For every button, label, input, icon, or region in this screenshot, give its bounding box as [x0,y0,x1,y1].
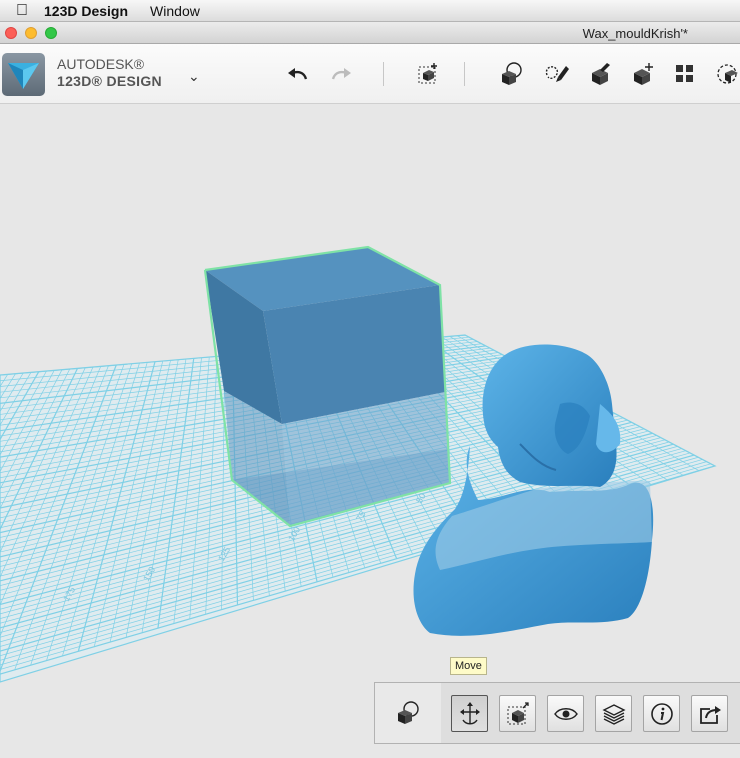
zoom-window-button[interactable] [45,27,57,39]
minimize-window-button[interactable] [25,27,37,39]
window-title-bar: Wax_mouldKrish'* [0,22,740,44]
logo-line-2: 123D® DESIGN [57,73,162,89]
smart-scale-icon[interactable] [499,695,536,732]
cube-object[interactable] [203,245,452,528]
visibility-icon[interactable] [547,695,584,732]
grouping-icon[interactable] [712,58,740,90]
sketch-icon[interactable] [540,58,572,90]
export-icon[interactable] [691,695,728,732]
close-window-button[interactable] [5,27,17,39]
primitives-icon[interactable] [496,58,528,90]
undo-icon[interactable] [282,58,314,90]
3d-viewport[interactable]: 175 150 125 100 75 50 [0,104,740,758]
pattern-icon[interactable] [669,58,701,90]
logo-line-1: AUTODESK® [57,56,145,72]
document-title: Wax_mouldKrish'* [582,26,688,41]
bottom-toolbar [374,682,740,744]
layers-icon[interactable] [595,695,632,732]
modify-icon[interactable] [627,58,659,90]
apple-icon[interactable]:  [0,2,44,20]
main-toolbar: AUTODESK® 123D® DESIGN ⌄ [0,44,740,104]
menu-app-name[interactable]: 123D Design [44,3,128,19]
move-icon[interactable] [451,695,488,732]
app-logo-icon[interactable] [2,53,45,96]
redo-icon[interactable] [325,58,357,90]
scene-canvas[interactable]: 175 150 125 100 75 50 [0,104,740,758]
construct-icon[interactable] [584,58,616,90]
app-logo-text: AUTODESK® 123D® DESIGN [57,56,162,90]
move-tooltip: Move [450,657,487,675]
transform-icon[interactable] [412,58,444,90]
info-icon[interactable] [643,695,680,732]
toolbar-separator [464,62,465,86]
toolbar-separator [383,62,384,86]
app-menu-chevron-down-icon[interactable]: ⌄ [188,68,200,85]
menu-window[interactable]: Window [150,3,200,19]
menu-bar:  123D Design Window [0,0,740,22]
solid-selection-icon[interactable] [375,683,441,743]
